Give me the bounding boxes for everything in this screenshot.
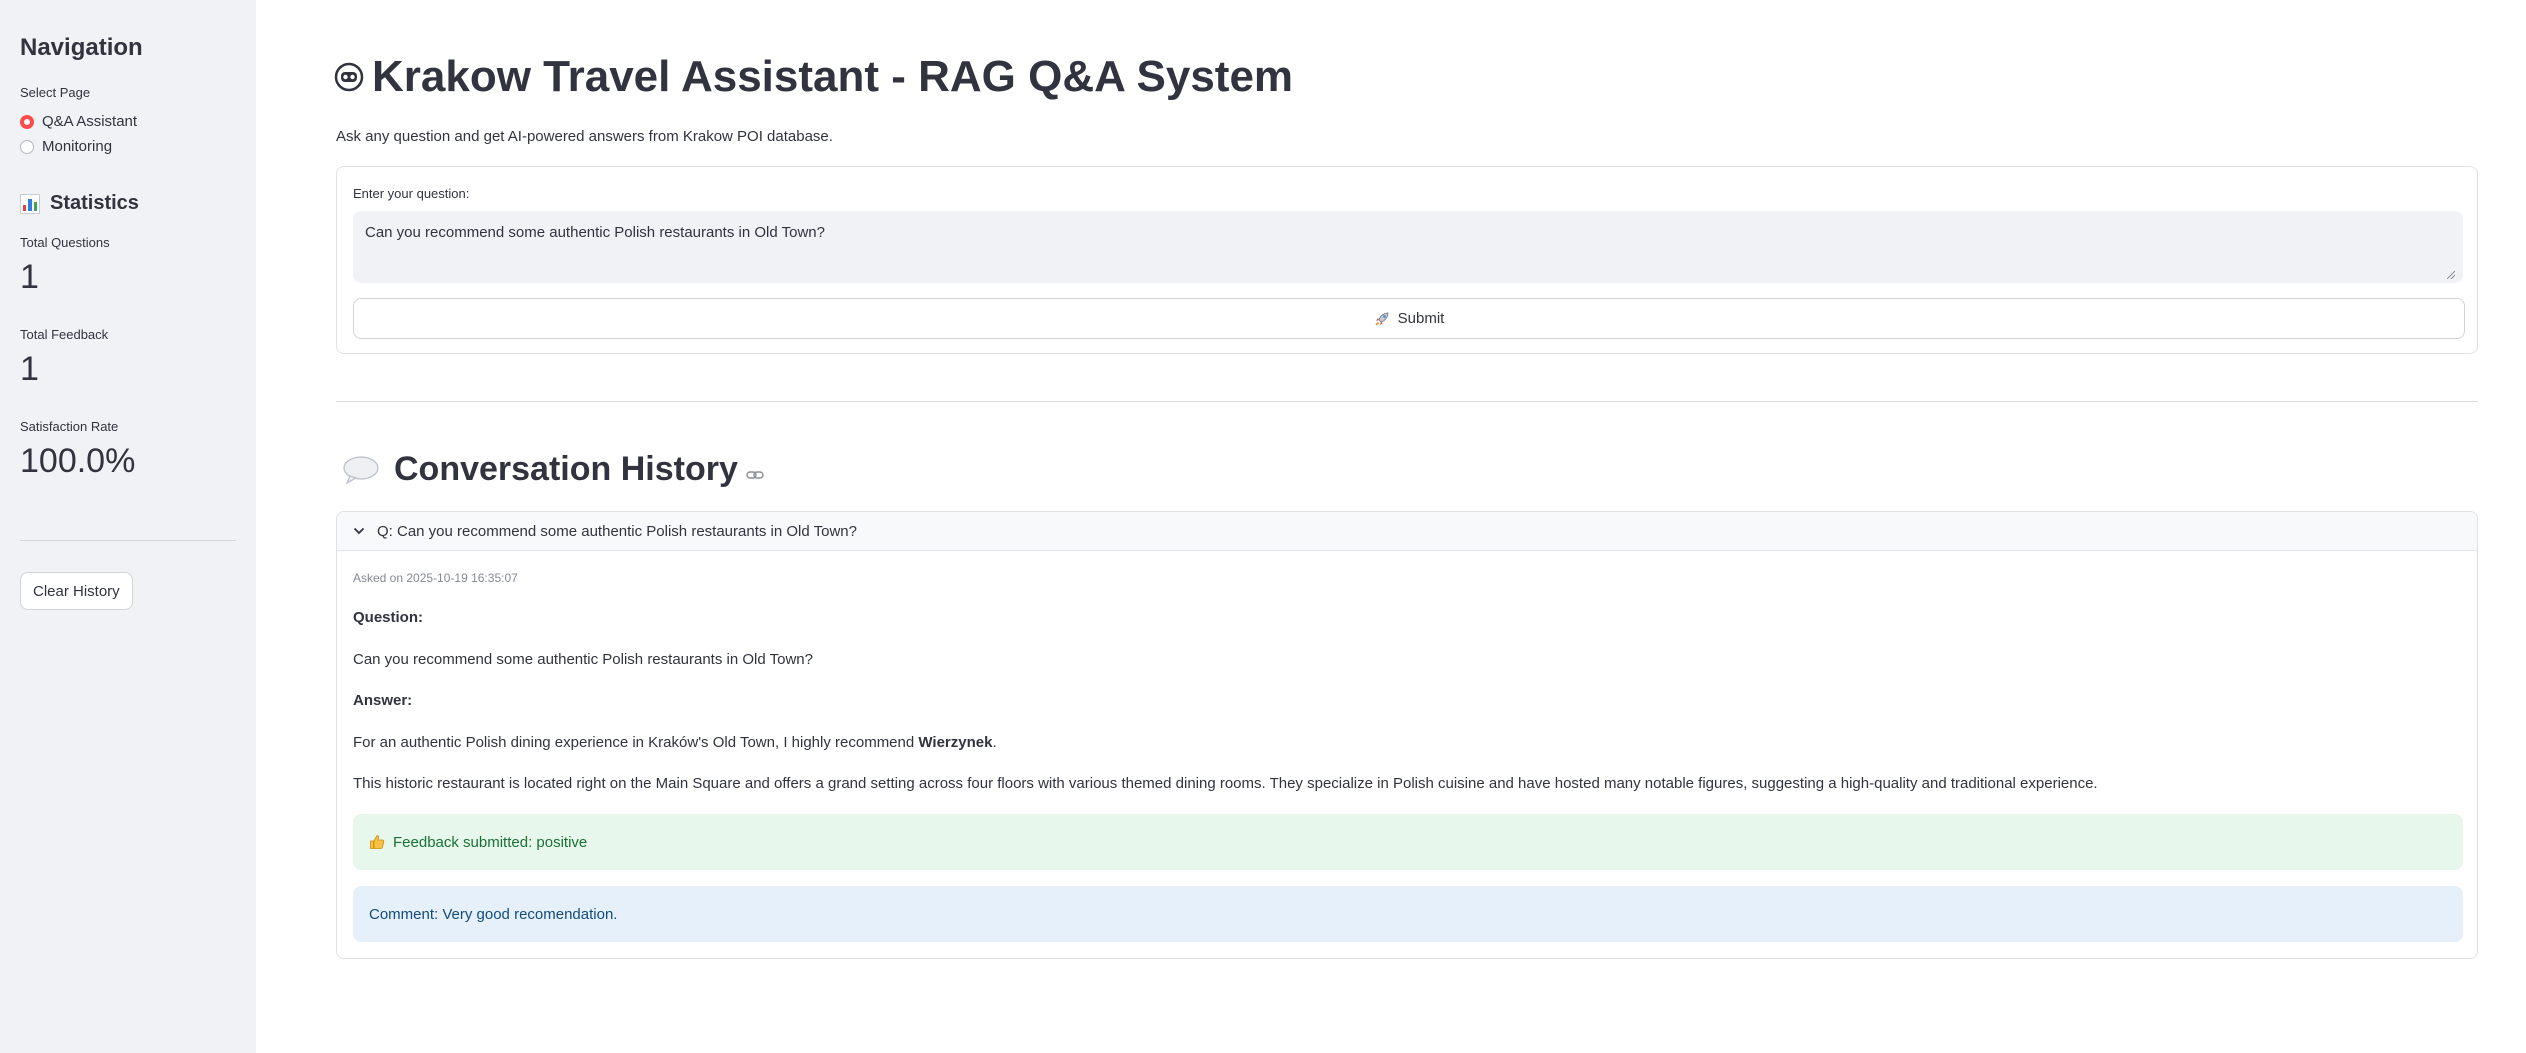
radio-monitoring[interactable]: Monitoring: [20, 138, 112, 155]
submit-label: Submit: [1397, 310, 1445, 327]
metric-value-questions: 1: [20, 258, 39, 296]
metric-label-questions: Total Questions: [20, 235, 110, 250]
radio-label-monitoring: Monitoring: [42, 138, 113, 155]
page-title: Krakow Travel Assistant - RAG Q&A System: [334, 52, 1293, 102]
submit-button[interactable]: Submit: [353, 298, 2465, 339]
resize-handle-icon[interactable]: [2447, 271, 2455, 279]
clear-history-button[interactable]: Clear History: [20, 572, 133, 610]
answer-restaurant-name: Wierzynek: [918, 734, 993, 751]
question-label: Enter your question:: [353, 186, 470, 201]
question-form: Enter your question: Can you recommend s…: [336, 166, 2478, 354]
radio-unselected-icon[interactable]: [20, 139, 34, 154]
comment-info-alert: Comment: Very good recomendation.: [353, 886, 2463, 942]
comment-text: Comment: Very good recomendation.: [369, 905, 618, 923]
statistics-title: Statistics: [50, 192, 139, 214]
conversation-expander: Q: Can you recommend some authentic Poli…: [336, 511, 2478, 959]
rocket-icon: [1375, 312, 1389, 326]
metric-label-satisfaction: Satisfaction Rate: [20, 419, 119, 434]
sidebar-divider: [20, 540, 236, 541]
conversation-title: Conversation History: [394, 450, 738, 488]
question-text: Can you recommend some authentic Polish …: [353, 651, 813, 668]
robot-icon: [334, 62, 364, 92]
question-heading: Question:: [353, 609, 423, 626]
feedback-success-alert: Feedback submitted: positive: [353, 814, 2463, 870]
feedback-text: Feedback submitted: positive: [393, 833, 588, 851]
expander-header[interactable]: Q: Can you recommend some authentic Poli…: [337, 512, 2477, 551]
answer-paragraph-2: This historic restaurant is located righ…: [353, 775, 2098, 792]
statistics-heading: Statistics: [20, 192, 139, 215]
answer-heading: Answer:: [353, 692, 413, 709]
metric-label-feedback: Total Feedback: [20, 327, 109, 342]
metric-value-satisfaction: 100.0%: [20, 442, 136, 480]
sidebar-title: Navigation: [20, 34, 143, 61]
thumbs-up-icon: [370, 835, 385, 849]
answer-paragraph-1: For an authentic Polish dining experienc…: [353, 734, 997, 751]
section-divider: [336, 401, 2478, 402]
chevron-down-icon[interactable]: [353, 527, 365, 535]
conversation-heading: Conversation History: [342, 450, 764, 489]
bar-chart-icon: [20, 193, 40, 214]
asked-timestamp: Asked on 2025-10-19 16:35:07: [353, 571, 518, 585]
answer-text-before: For an authentic Polish dining experienc…: [353, 734, 919, 751]
page-subtitle: Ask any question and get AI-powered answ…: [336, 128, 833, 145]
radio-qa-assistant[interactable]: Q&A Assistant: [20, 113, 137, 130]
radio-selected-icon[interactable]: [20, 114, 34, 129]
select-page-label: Select Page: [20, 85, 91, 100]
question-input[interactable]: Can you recommend some authentic Polish …: [353, 211, 2463, 283]
sidebar: Navigation Select Page Q&A Assistant Mon…: [0, 0, 256, 1053]
answer-text-after: .: [992, 734, 997, 751]
metric-value-feedback: 1: [20, 350, 39, 388]
link-icon[interactable]: [746, 469, 764, 481]
page-title-text: Krakow Travel Assistant - RAG Q&A System: [372, 52, 1294, 101]
radio-label-qa: Q&A Assistant: [42, 113, 138, 130]
expander-title: Q: Can you recommend some authentic Poli…: [377, 522, 857, 540]
speech-bubble-icon: [343, 455, 379, 484]
